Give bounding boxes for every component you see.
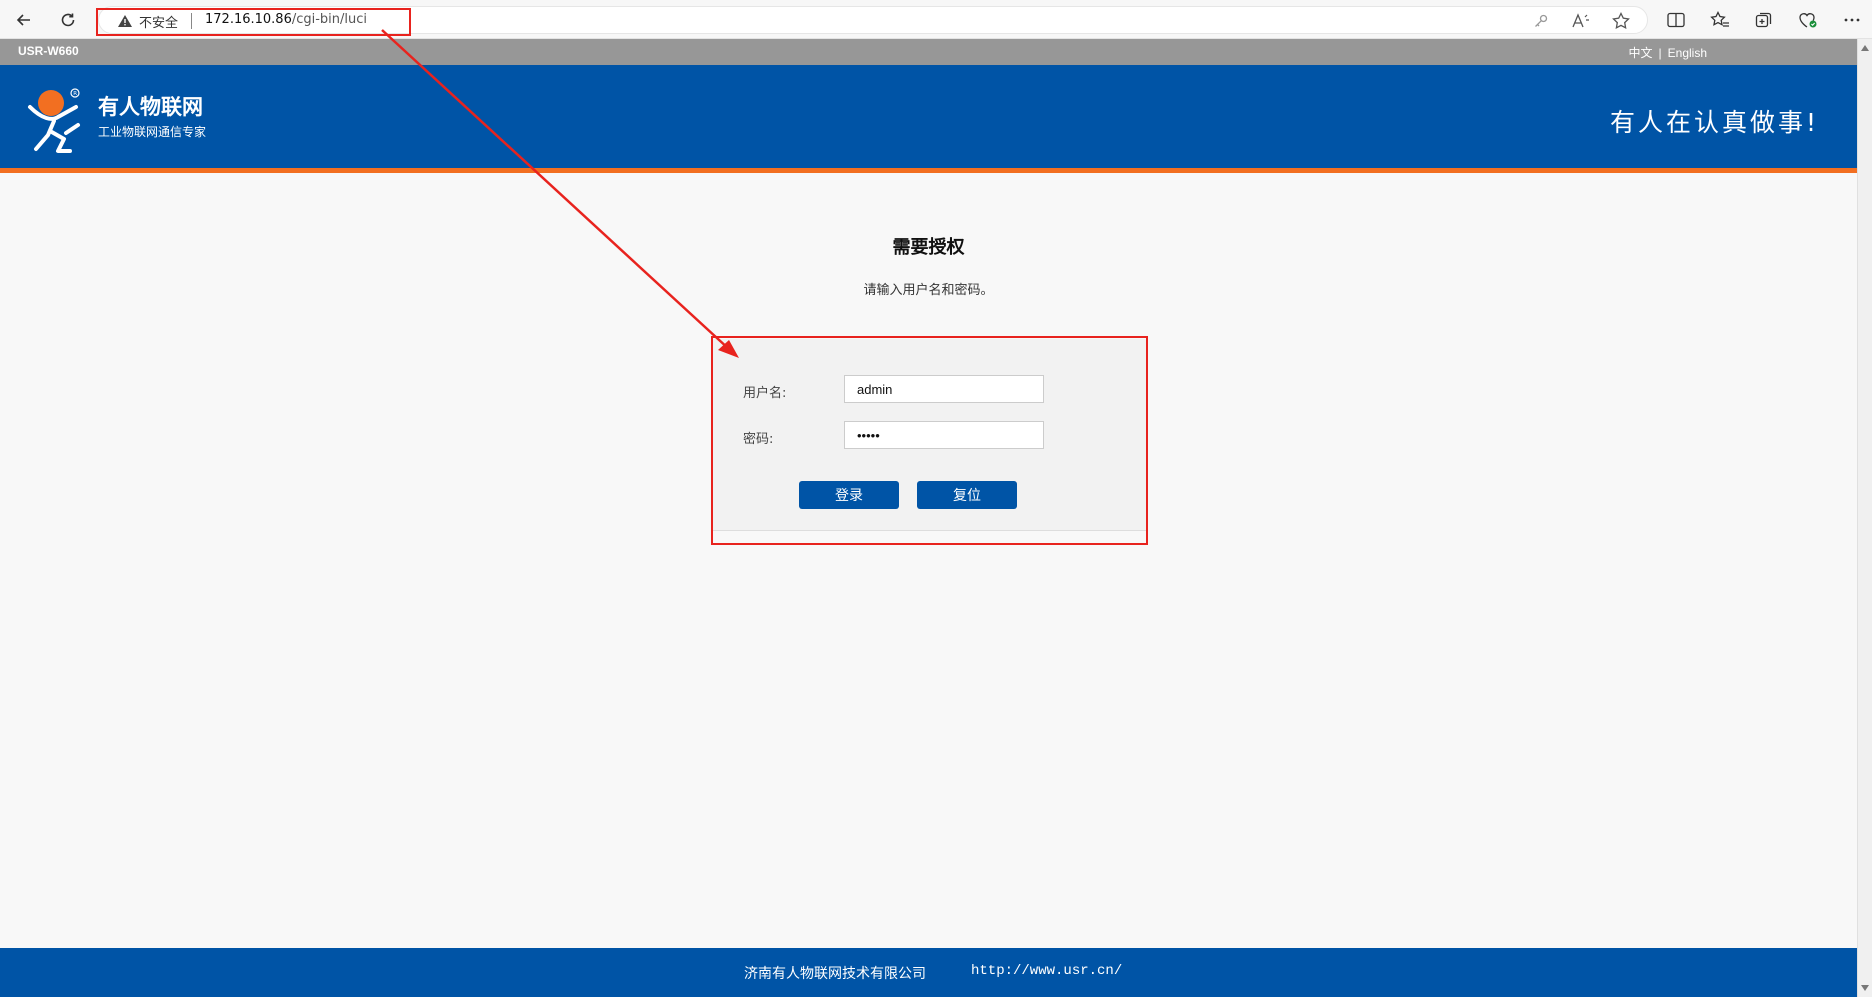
- site-footer: 济南有人物联网技术有限公司 http://www.usr.cn/: [0, 948, 1857, 997]
- footer-url-link[interactable]: http://www.usr.cn/: [971, 963, 1122, 979]
- lang-english-link[interactable]: English: [1668, 46, 1707, 60]
- address-bar[interactable]: 不安全 172.16.10.86/cgi-bin/luci: [98, 6, 1648, 34]
- password-key-icon[interactable]: [1531, 11, 1551, 31]
- address-separator: [191, 13, 192, 29]
- username-label: 用户名:: [743, 386, 787, 401]
- split-screen-icon[interactable]: [1664, 8, 1688, 32]
- lang-divider: |: [1658, 46, 1662, 60]
- scroll-up-arrow-icon[interactable]: [1861, 45, 1869, 51]
- favorites-list-icon[interactable]: [1708, 8, 1732, 32]
- not-secure-label[interactable]: 不安全: [139, 12, 178, 31]
- refresh-icon: [61, 13, 75, 27]
- language-switch: 中文 | English: [1629, 44, 1708, 61]
- page-scrollbar[interactable]: [1857, 39, 1872, 997]
- back-button[interactable]: [10, 6, 38, 34]
- read-aloud-icon[interactable]: [1571, 11, 1591, 31]
- model-strip: USR-W660 中文 | English: [0, 39, 1857, 65]
- reset-button[interactable]: 复位: [917, 481, 1017, 509]
- svg-text:R: R: [73, 91, 77, 97]
- footer-company: 济南有人物联网技术有限公司: [744, 966, 926, 982]
- login-form: 用户名: 密码: 登录 复位: [713, 339, 1146, 531]
- browser-toolbar: 不安全 172.16.10.86/cgi-bin/luci: [0, 0, 1872, 39]
- url-host: 172.16.10.86: [205, 12, 292, 27]
- header-slogan: 有人在认真做事!: [1609, 108, 1819, 137]
- url-text[interactable]: 172.16.10.86/cgi-bin/luci: [205, 12, 367, 27]
- password-label: 密码:: [743, 432, 774, 447]
- warning-icon: [118, 15, 132, 27]
- site-header: R 有人物联网 工业物联网通信专家 有人在认真做事!: [0, 65, 1857, 173]
- login-button[interactable]: 登录: [799, 481, 899, 509]
- browser-essentials-icon[interactable]: [1796, 8, 1820, 32]
- username-input[interactable]: [844, 375, 1044, 403]
- back-arrow-icon: [16, 14, 30, 26]
- favorite-star-icon[interactable]: [1611, 11, 1631, 31]
- collections-icon[interactable]: [1752, 8, 1776, 32]
- scroll-down-arrow-icon[interactable]: [1861, 985, 1869, 991]
- lang-chinese-link[interactable]: 中文: [1629, 46, 1653, 60]
- brand-name: 有人物联网: [98, 95, 203, 119]
- refresh-button[interactable]: [54, 6, 82, 34]
- more-menu-icon[interactable]: [1840, 8, 1864, 32]
- password-input[interactable]: [844, 421, 1044, 449]
- usr-logo-icon: R: [28, 88, 80, 153]
- login-description: 请输入用户名和密码。: [863, 283, 994, 298]
- brand-tagline: 工业物联网通信专家: [98, 125, 207, 139]
- url-path: /cgi-bin/luci: [291, 12, 368, 27]
- model-name: USR-W660: [18, 44, 79, 58]
- login-title: 需要授权: [892, 237, 965, 258]
